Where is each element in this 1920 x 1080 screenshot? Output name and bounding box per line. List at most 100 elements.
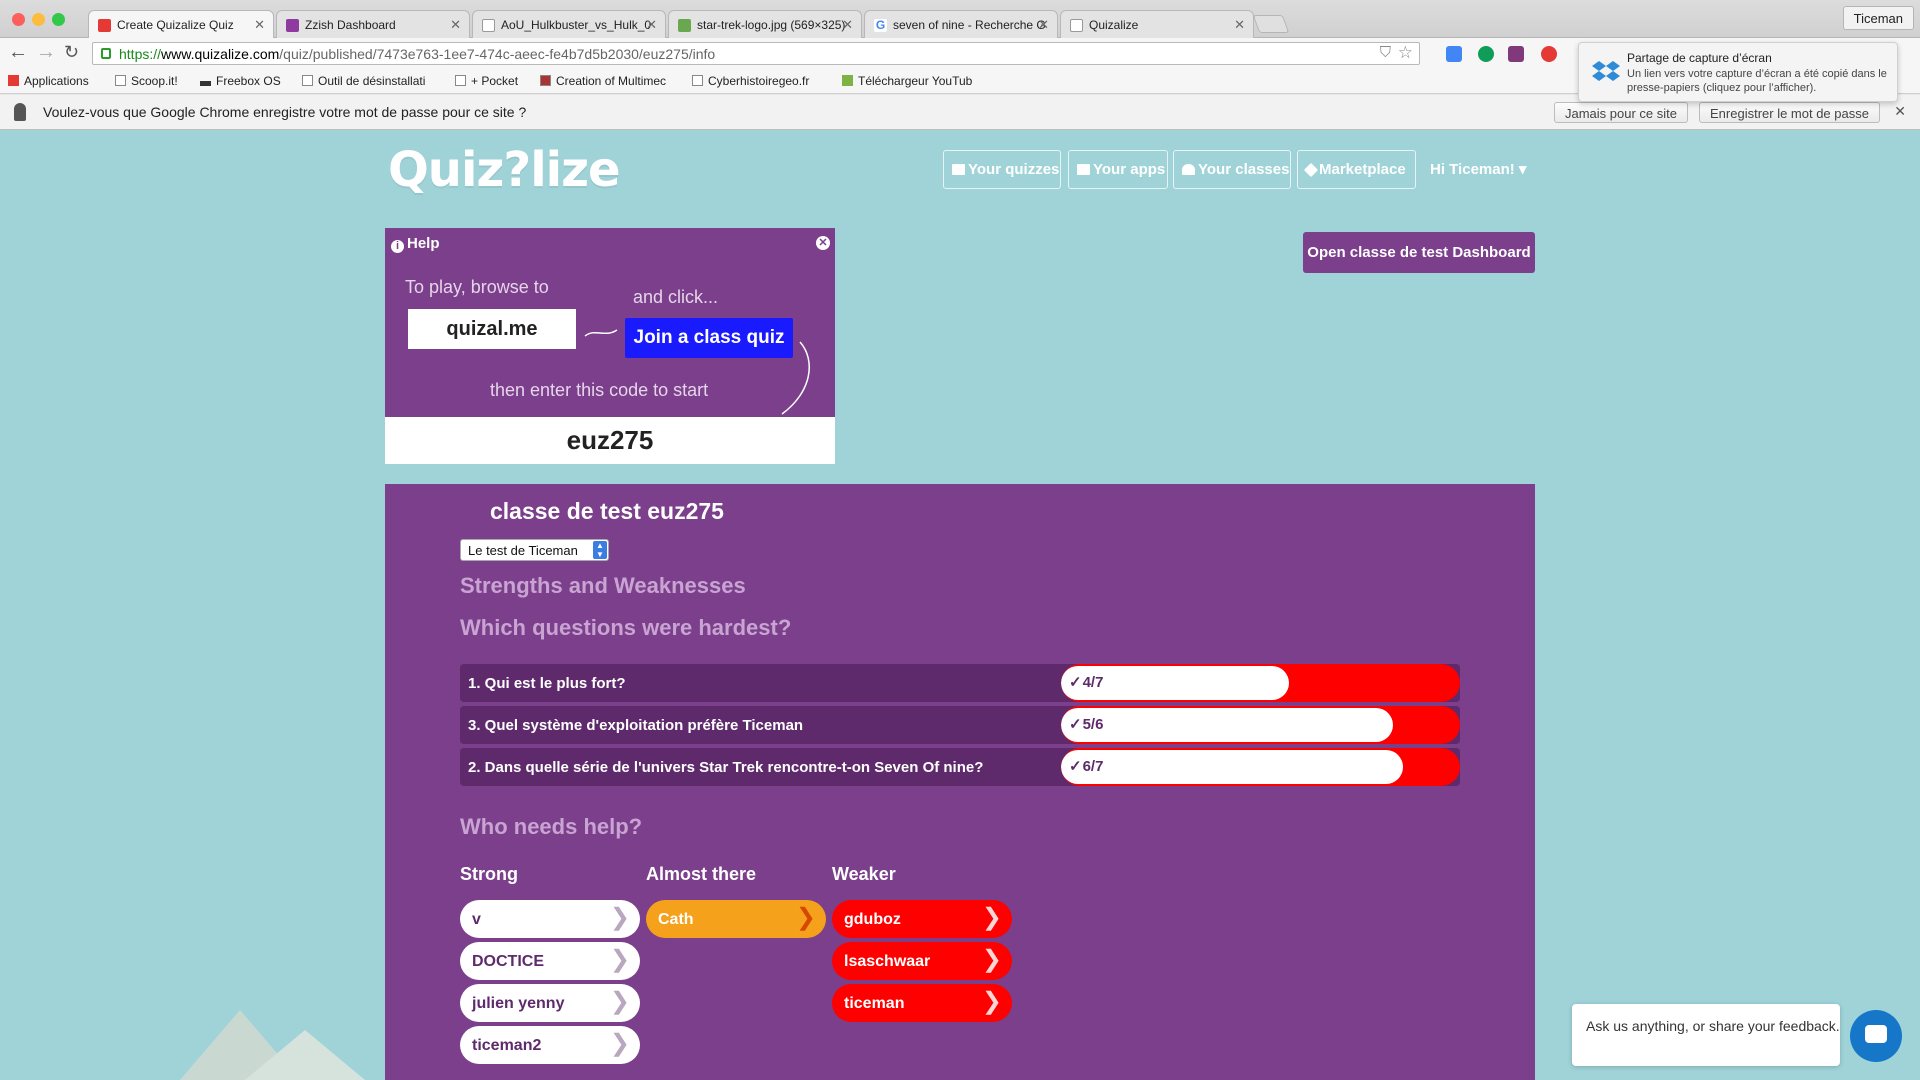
check-icon: ✓ [1069,758,1082,775]
zoom-window-icon[interactable] [52,13,65,26]
tab-label: AoU_Hulkbuster_vs_Hulk_0 [501,18,652,32]
onenote-icon[interactable] [1508,46,1524,62]
save-password-button[interactable]: Enregistrer le mot de passe [1699,102,1880,123]
tags-icon [1303,162,1319,178]
nav-label: Your quizzes [968,161,1060,178]
reload-icon[interactable]: ↻ [64,42,79,62]
hardest-questions-heading: Which questions were hardest? [460,615,792,640]
page-favicon-icon [1070,19,1083,32]
background-mountain [245,1030,365,1080]
back-arrow-icon[interactable]: ← [8,42,28,62]
score-value: ✓5/6 [1069,715,1103,733]
chevron-right-icon: ❯ [795,904,816,931]
page-icon [455,75,466,86]
bookmark-label: Scoop.it! [131,74,178,88]
nav-your-classes[interactable]: Your classes [1173,150,1291,189]
extension-icon[interactable] [1446,46,1462,62]
nav-marketplace[interactable]: Marketplace [1297,150,1416,189]
user-menu[interactable]: Hi Ticeman! ▾ [1430,160,1526,178]
screenshot-notification[interactable]: Partage de capture d’écran Un lien vers … [1578,42,1898,102]
info-icon: i [391,240,404,253]
nav-your-apps[interactable]: Your apps [1068,150,1168,189]
notification-title: Partage de capture d’écran [1627,51,1772,65]
tab-create-quizalize[interactable]: Create Quizalize Quiz ✕ [88,10,274,38]
student-strong[interactable]: julien yenny ❯ [460,984,640,1022]
join-class-quiz-button: Join a class quiz [625,318,793,358]
who-needs-help-heading: Who needs help? [460,814,643,839]
minimize-window-icon[interactable] [32,13,45,26]
bookmark-freebox[interactable]: Freebox OS [200,74,281,88]
student-weaker[interactable]: lsaschwaar ❯ [832,942,1012,980]
close-infobar-icon[interactable]: ✕ [1894,103,1906,120]
chat-button[interactable] [1850,1010,1902,1062]
score-text: 5/6 [1082,716,1104,733]
bookmark-label: Outil de désinstallati [318,74,426,88]
forward-arrow-icon[interactable]: → [36,42,56,62]
address-bar[interactable]: https://www.quizalize.com/quiz/published… [92,42,1420,65]
bookmark-multimedia[interactable]: Creation of Multimec [540,74,666,88]
student-strong[interactable]: v ❯ [460,900,640,938]
users-icon [1182,164,1195,175]
feedback-chat-prompt[interactable]: Ask us anything, or share your feedback. [1572,1004,1840,1066]
extension-icon[interactable] [1478,46,1494,62]
nav-your-quizzes[interactable]: Your quizzes [943,150,1061,189]
close-window-icon[interactable] [12,13,25,26]
bookmark-scoopit[interactable]: Scoop.it! [115,74,178,88]
bookmark-label: + Pocket [471,74,519,88]
image-favicon-icon [678,19,691,32]
bookmark-youtube-downloader[interactable]: Téléchargeur YouTub [842,74,972,88]
close-tab-icon[interactable]: ✕ [1234,17,1245,33]
close-tab-icon[interactable]: ✕ [842,17,853,33]
bookmark-cyberhistoiregeo[interactable]: Cyberhistoiregeo.fr [692,74,809,88]
chevron-right-icon: ❯ [609,904,630,931]
question-row[interactable]: 3. Quel système d'exploitation préfère T… [460,706,1460,744]
bookmark-label: Freebox OS [216,74,281,88]
student-almost-there[interactable]: Cath ❯ [646,900,826,938]
close-help-icon[interactable]: ✕ [816,236,830,250]
student-weaker[interactable]: gduboz ❯ [832,900,1012,938]
quizalize-logo[interactable]: Quiz?lize [388,142,621,198]
score-value: ✓6/7 [1069,757,1103,775]
student-strong[interactable]: ticeman2 ❯ [460,1026,640,1064]
tab-label: star-trek-logo.jpg (569×325) [697,18,846,32]
close-tab-icon[interactable]: ✕ [1038,17,1049,33]
score-bar-fill [1061,750,1403,784]
bookmark-uninstall-tool[interactable]: Outil de désinstallati [302,74,425,88]
tab-quizalize[interactable]: Quizalize ✕ [1060,10,1254,38]
bookmark-pocket[interactable]: + Pocket [455,74,518,88]
tab-zzish-dashboard[interactable]: Zzish Dashboard ✕ [276,10,470,38]
extension-icon[interactable] [1541,46,1557,62]
page-icon [540,75,551,86]
score-text: 6/7 [1082,758,1104,775]
bookmark-star-icon[interactable]: ☆ [1398,43,1413,63]
tab-label: Quizalize [1089,18,1139,32]
tab-hulkbuster[interactable]: AoU_Hulkbuster_vs_Hulk_0 ✕ [472,10,666,38]
student-name: DOCTICE [472,953,544,970]
close-tab-icon[interactable]: ✕ [254,17,265,33]
nav-label: Your apps [1093,161,1166,178]
open-dashboard-button[interactable]: Open classe de test Dashboard [1303,232,1535,273]
tab-star-trek-logo[interactable]: star-trek-logo.jpg (569×325) ✕ [668,10,862,38]
new-tab-button[interactable] [1252,15,1290,33]
shield-icon[interactable]: ⛉ [1380,44,1391,61]
student-strong[interactable]: DOCTICE ❯ [460,942,640,980]
check-icon: ✓ [1069,716,1082,733]
question-row[interactable]: 2. Dans quelle série de l'univers Star T… [460,748,1460,786]
question-row[interactable]: 1. Qui est le plus fort? ✓4/7 [460,664,1460,702]
url-path: /quiz/published/7473e763-1ee7-474c-aeec-… [279,46,716,62]
student-weaker[interactable]: ticeman ❯ [832,984,1012,1022]
profile-button[interactable]: Ticeman [1842,6,1914,30]
page-icon [692,75,703,86]
tab-google-search[interactable]: G seven of nine - Recherche G ✕ [864,10,1058,38]
page-icon [302,75,313,86]
close-tab-icon[interactable]: ✕ [450,17,461,33]
close-tab-icon[interactable]: ✕ [646,17,657,33]
infobar-message: Voulez-vous que Google Chrome enregistre… [43,104,527,120]
quiz-select[interactable]: Le test de Ticeman ▲ ▼ [460,539,609,561]
strengths-heading: Strengths and Weaknesses [460,573,746,598]
bookmark-apps[interactable]: Applications [8,74,89,88]
tab-bar: Create Quizalize Quiz ✕ Zzish Dashboard … [0,0,1920,38]
help-title: i Help [391,235,440,253]
never-save-button[interactable]: Jamais pour ce site [1554,102,1688,123]
key-icon [14,103,26,121]
